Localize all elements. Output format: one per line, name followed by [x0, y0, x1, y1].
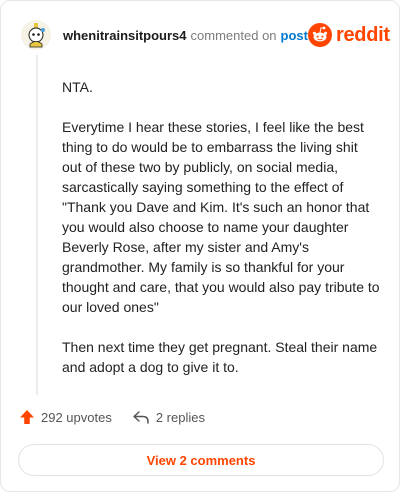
avatar-snoo-icon [28, 23, 45, 48]
reply-arrow-icon [133, 411, 149, 424]
comment-paragraph: Everytime I hear these stories, I feel l… [62, 119, 380, 315]
reddit-brand[interactable]: reddit [307, 23, 390, 47]
comment-header: whenitrainsitpours4 commented on post re… [21, 17, 390, 53]
comment-paragraph: Then next time they get pregnant. Steal … [62, 339, 378, 375]
comment-action-text: commented on [190, 27, 277, 43]
view-comments-button[interactable]: View 2 comments [18, 444, 384, 476]
post-link[interactable]: post [281, 28, 308, 43]
comment-paragraph: NTA. [62, 79, 93, 95]
user-avatar[interactable] [21, 20, 51, 50]
upvote-arrow-icon [20, 410, 34, 424]
comment-card: whenitrainsitpours4 commented on post re… [0, 0, 400, 492]
upvote-count: 292 upvotes [41, 409, 112, 425]
upvote-button[interactable]: 292 upvotes [19, 409, 112, 425]
replies-button[interactable]: 2 replies [132, 409, 205, 425]
comment-body: NTA. Everytime I hear these stories, I f… [62, 77, 380, 397]
reply-count: 2 replies [155, 409, 205, 425]
thread-line[interactable] [36, 55, 38, 395]
comment-meta: whenitrainsitpours4 commented on post [63, 28, 308, 43]
reddit-wordmark: reddit [335, 23, 390, 46]
username-link[interactable]: whenitrainsitpours4 [63, 28, 187, 43]
reddit-logo-icon [307, 23, 332, 47]
comment-footer: 292 upvotes 2 replies [19, 409, 205, 425]
